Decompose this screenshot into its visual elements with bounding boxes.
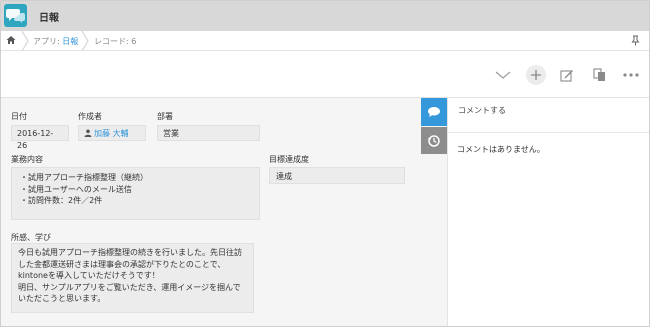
more-icon [623, 73, 639, 77]
goal-value: 達成 [269, 167, 405, 184]
edit-button[interactable] [557, 65, 577, 85]
breadcrumb-record: レコード: 6 [94, 37, 137, 46]
work-value: ・試用アプローチ指標整理（継続） ・試用ユーザーへのメール送信 ・訪問件数：2件… [11, 167, 260, 220]
breadcrumb: アプリ: 日報 レコード: 6 [1, 31, 649, 51]
add-icon [531, 70, 541, 80]
breadcrumb-app-link[interactable]: 日報 [62, 37, 78, 46]
more-options-button[interactable] [621, 65, 641, 85]
comment-divider [448, 132, 649, 133]
work-line: ・訪問件数：2件／2件 [20, 196, 103, 205]
breadcrumb-separator [21, 31, 29, 51]
creator-value: 加藤 大輔 [78, 125, 146, 141]
app-title: 日報 [39, 13, 59, 24]
date-label: 日付 [11, 112, 27, 121]
tab-comments[interactable] [421, 98, 447, 126]
department-value: 営業 [157, 125, 260, 141]
tab-history[interactable] [421, 127, 447, 154]
creator-label: 作成者 [78, 112, 102, 121]
goal-label: 目標達成度 [269, 155, 309, 164]
breadcrumb-app: アプリ: 日報 [33, 36, 78, 47]
notes-line: した金都運送研さまは理事会の承認が下りたとのことで、 [18, 259, 226, 269]
breadcrumb-separator [81, 31, 89, 51]
app-header: 日報 [1, 1, 649, 31]
notes-label: 所感、学び [11, 233, 51, 242]
notes-line: いただこうと思います。 [18, 294, 106, 303]
creator-user-link[interactable]: 加藤 大輔 [94, 129, 129, 138]
chevron-down-icon[interactable] [493, 65, 513, 85]
record-detail: 日付 2016-12-26 作成者 加藤 大輔 部署 営業 業務内容 ・試用アプ… [1, 98, 421, 326]
copy-icon [592, 68, 605, 81]
pin-icon[interactable] [631, 35, 640, 46]
department-label: 部署 [157, 112, 173, 121]
record-toolbar [1, 52, 649, 98]
no-comments-message: コメントはありません。 [457, 145, 545, 154]
notes-line: kintoneを導入していただけそうです！ [18, 271, 160, 280]
user-icon [84, 129, 92, 137]
comment-panel: コメントする コメントはありません。 [447, 98, 649, 326]
history-icon [428, 134, 440, 147]
notes-value: 今日も試用アプローチ指標整理の続きを行いました。先日往訪 した金都運送研さまは理… [11, 243, 254, 313]
home-icon[interactable] [6, 35, 16, 45]
work-line: ・試用ユーザーへのメール送信 [20, 184, 132, 194]
work-label: 業務内容 [11, 155, 43, 164]
speech-bubble-icon [428, 107, 440, 117]
date-value: 2016-12-26 [11, 125, 69, 150]
add-record-button[interactable] [526, 65, 546, 85]
app-window: 日報 アプリ: 日報 レコード: 6 日付 2016-12-26 作成者 加藤 … [0, 0, 650, 327]
work-line: ・試用アプローチ指標整理（継続） [20, 173, 148, 182]
notes-line: 今日も試用アプローチ指標整理の続きを行いました。先日往訪 [18, 248, 242, 257]
comment-bubbles-icon[interactable] [4, 4, 27, 27]
duplicate-button[interactable] [589, 65, 609, 85]
side-tabs [421, 98, 447, 326]
breadcrumb-app-prefix: アプリ: [33, 37, 63, 46]
edit-icon [560, 70, 573, 82]
comment-input[interactable]: コメントする [458, 105, 506, 116]
notes-line: 明日、サンプルアプリをご覧いただき、運用イメージを掴んで [18, 282, 241, 292]
